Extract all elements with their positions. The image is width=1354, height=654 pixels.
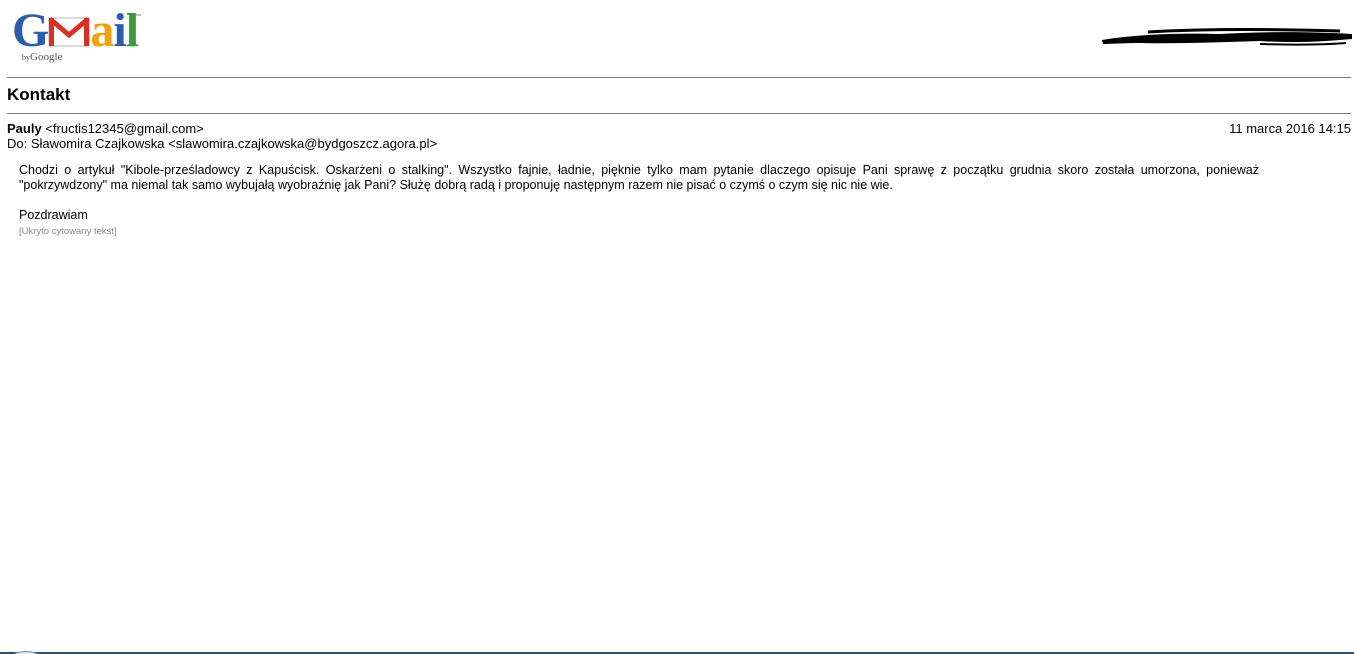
trademark-mark: ™ xyxy=(135,14,141,20)
message-recipient: Do: Sławomira Czajkowska <slawomira.czaj… xyxy=(7,136,438,151)
thread-subject: Kontakt xyxy=(7,85,71,104)
message-signoff: Pozdrawiam xyxy=(19,208,88,222)
message-sender: Pauly <fructis12345@gmail.com> xyxy=(7,121,204,136)
logo-letter-g: G xyxy=(12,4,49,57)
gmail-envelope-icon xyxy=(48,8,90,47)
logo-letter-i: i xyxy=(113,4,126,57)
message-date: 11 marca 2016 14:15 xyxy=(1229,121,1351,136)
by-text: by xyxy=(22,53,30,62)
gmail-logo: G ail ™ byGoogle xyxy=(12,6,144,66)
logo-letter-l: l xyxy=(125,4,139,57)
sender-name: Pauly xyxy=(7,121,42,136)
gmail-wordmark: G ail xyxy=(12,4,139,57)
by-google-tagline: byGoogle xyxy=(22,51,62,63)
subject-divider xyxy=(7,113,1351,114)
header-divider xyxy=(7,77,1351,78)
gmail-print-view: G ail ™ byGoogle Kontakt Pauly <fructis1… xyxy=(0,0,1354,654)
sender-email: <fructis12345@gmail.com> xyxy=(45,121,204,136)
redacted-account-scribble xyxy=(1100,28,1354,48)
logo-letter-a: a xyxy=(90,4,114,57)
google-text: Google xyxy=(30,51,63,63)
message-body: Chodzi o artykuł "Kibole-prześladowcy z … xyxy=(19,163,1259,192)
hidden-quoted-text-link[interactable]: [Ukryto cytowany tekst] xyxy=(19,226,117,238)
